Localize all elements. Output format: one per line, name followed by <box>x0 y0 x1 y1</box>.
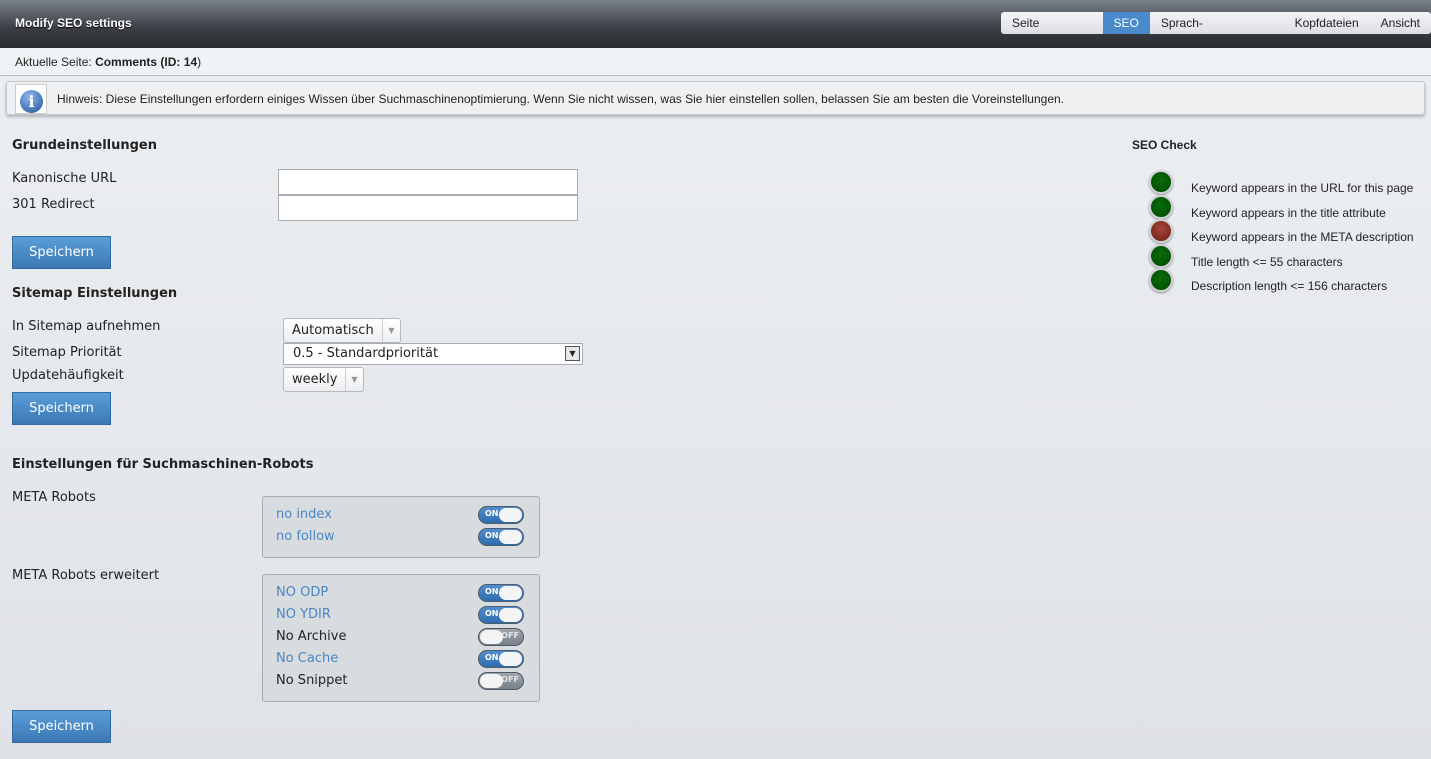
toggle-switch[interactable]: ON <box>478 528 524 546</box>
toggle-switch[interactable]: ON <box>478 606 524 624</box>
current-page-name: Comments <box>95 55 158 69</box>
freq-value: weekly <box>292 372 338 387</box>
seo-check-item: Keyword appears in the META description <box>1191 230 1414 244</box>
breadcrumb-prefix: Aktuelle Seite: <box>15 55 92 69</box>
redirect-input[interactable] <box>278 195 578 221</box>
canonical-url-input[interactable] <box>278 169 578 195</box>
toggle-state: OFF <box>501 675 519 684</box>
redirect-label: 301 Redirect <box>12 197 95 212</box>
option-label: no index <box>276 507 332 522</box>
robot-option-no-ydir: NO YDIR ON <box>276 606 526 628</box>
toggle-switch[interactable]: ON <box>478 584 524 602</box>
include-label: In Sitemap aufnehmen <box>12 319 161 334</box>
tab-seite-bearbeiten[interactable]: Seite bearbeiten <box>1001 12 1103 34</box>
tab-bar: Seite bearbeiten SEO Sprach-Verknüpfunge… <box>1001 12 1431 34</box>
priority-select[interactable]: 0.5 - Standardpriorität ▼ <box>283 343 583 365</box>
id-label: (ID: <box>160 55 181 69</box>
toggle-state: ON <box>485 587 499 596</box>
toggle-state: ON <box>485 653 499 662</box>
seo-check-item: Keyword appears in the title attribute <box>1191 205 1386 220</box>
page-title: Modify SEO settings <box>15 16 132 30</box>
save-basic-button[interactable]: Speichern <box>12 236 111 269</box>
toggle-knob <box>499 586 522 600</box>
seo-check-item: Title length <= 55 characters <box>1191 254 1343 269</box>
tab-seo[interactable]: SEO <box>1102 12 1150 34</box>
toggle-knob <box>499 652 522 666</box>
option-label: NO ODP <box>276 585 329 600</box>
canonical-label: Kanonische URL <box>12 171 117 186</box>
pass-status-icon <box>1149 194 1173 219</box>
priority-label: Sitemap Priorität <box>12 345 122 360</box>
chevron-down-icon: ▼ <box>382 319 400 342</box>
priority-value: 0.5 - Standardpriorität <box>293 346 439 361</box>
save-sitemap-button[interactable]: Speichern <box>12 392 111 425</box>
toggle-switch[interactable]: OFF <box>478 672 524 690</box>
chevron-down-icon: ▼ <box>345 368 363 391</box>
option-label: no follow <box>276 529 335 544</box>
toggle-knob <box>480 630 503 644</box>
freq-select[interactable]: weekly ▼ <box>283 367 364 392</box>
toggle-state: ON <box>485 609 499 618</box>
toggle-switch[interactable]: ON <box>478 650 524 668</box>
fail-status-icon <box>1149 219 1173 243</box>
option-label: No Snippet <box>276 673 348 688</box>
toggle-state: ON <box>485 531 499 540</box>
tab-ansicht[interactable]: Ansicht <box>1370 12 1431 34</box>
meta-robots-ext-label: META Robots erweitert <box>12 568 160 583</box>
robot-option-no-odp: NO ODP ON <box>276 584 526 606</box>
robots-heading: Einstellungen für Suchmaschinen-Robots <box>12 457 314 472</box>
include-select[interactable]: Automatisch ▼ <box>283 318 401 343</box>
robot-option-no-index: no index ON <box>276 506 526 528</box>
robot-option-no-follow: no follow ON <box>276 528 526 550</box>
toggle-switch[interactable]: ON <box>478 506 524 524</box>
option-label: NO YDIR <box>276 607 331 622</box>
pass-status-icon <box>1149 243 1173 268</box>
chevron-down-icon: ▼ <box>565 346 580 361</box>
seo-check-item: Description length <= 156 characters <box>1191 279 1388 293</box>
option-label: No Cache <box>276 651 339 666</box>
info-icon: i <box>15 84 47 114</box>
include-value: Automatisch <box>292 323 374 338</box>
tab-kopfdateien[interactable]: Kopfdateien <box>1284 12 1370 34</box>
notice-text: Hinweis: Diese Einstellungen erfordern e… <box>57 92 1064 106</box>
pass-status-icon <box>1149 170 1173 194</box>
meta-robots-box: no index ON no follow ON <box>262 496 540 558</box>
meta-robots-ext-box: NO ODP ON NO YDIR ON No Archive OFF No Cach… <box>262 574 540 702</box>
robot-option-no-archive: No Archive OFF <box>276 628 526 650</box>
basic-heading: Grundeinstellungen <box>12 138 157 153</box>
pass-status-icon <box>1149 268 1173 292</box>
robot-option-no-cache: No Cache ON <box>276 650 526 672</box>
notice-box: i Hinweis: Diese Einstellungen erfordern… <box>6 81 1425 115</box>
toggle-knob <box>499 530 522 544</box>
tab-sprach-verknuepfungen[interactable]: Sprach-Verknüpfungen <box>1150 12 1284 34</box>
seo-check-item: Keyword appears in the URL for this page <box>1191 181 1414 195</box>
option-label: No Archive <box>276 629 347 644</box>
page-id: 14 <box>183 55 198 69</box>
sitemap-heading: Sitemap Einstellungen <box>12 286 178 301</box>
freq-label: Updatehäufigkeit <box>12 368 124 383</box>
id-close: ) <box>197 55 202 69</box>
seo-check-heading: SEO Check <box>1132 138 1197 152</box>
save-robots-button[interactable]: Speichern <box>12 710 111 743</box>
robot-option-no-snippet: No Snippet OFF <box>276 672 526 694</box>
toggle-knob <box>499 608 522 622</box>
toggle-knob <box>480 674 503 688</box>
toggle-state: ON <box>485 509 499 518</box>
breadcrumb: Aktuelle Seite: Comments (ID: 14) <box>0 48 1431 76</box>
meta-robots-label: META Robots <box>12 490 96 505</box>
toggle-switch[interactable]: OFF <box>478 628 524 646</box>
toggle-state: OFF <box>501 631 519 640</box>
toggle-knob <box>499 508 522 522</box>
